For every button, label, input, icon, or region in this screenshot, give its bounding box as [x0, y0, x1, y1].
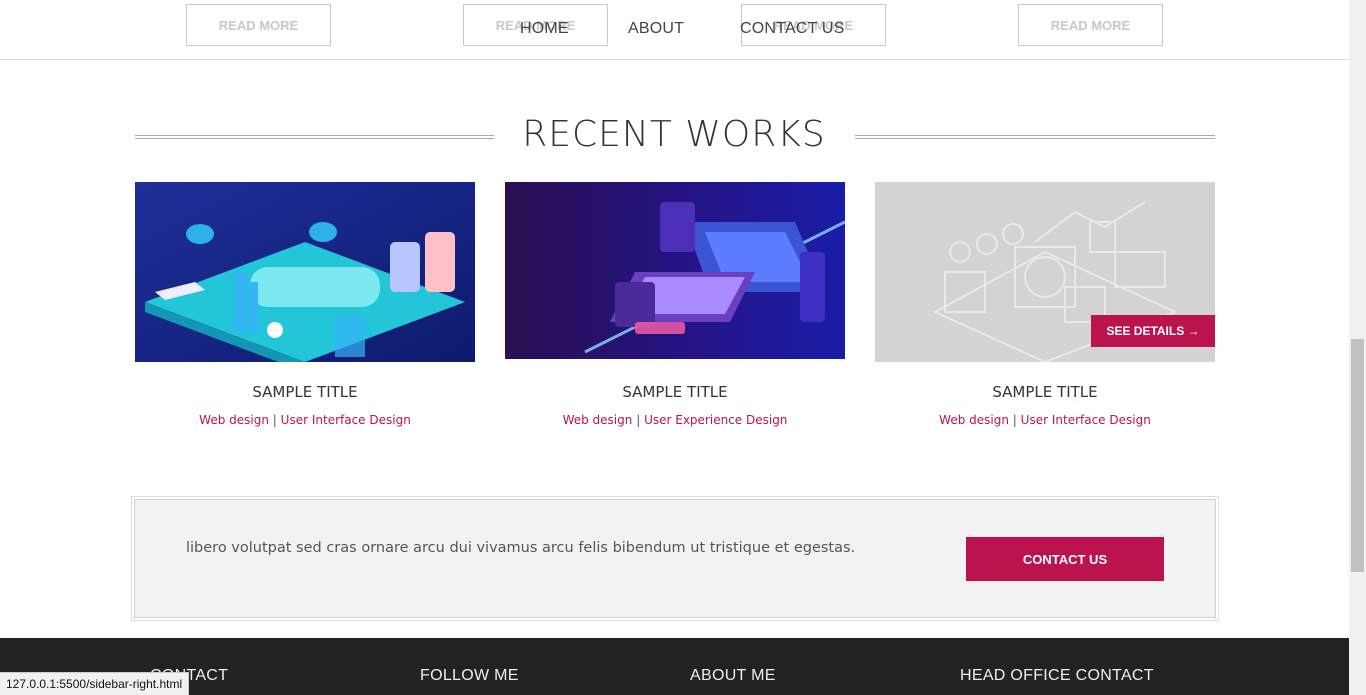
top-header-strip: READ MORE READ MORE READ MORE READ MORE …	[0, 0, 1349, 60]
tag-separator: |	[1012, 413, 1017, 427]
contact-us-button[interactable]: CONTACT US	[966, 537, 1164, 581]
work-title-1[interactable]: SAMPLE TITLE	[135, 383, 475, 401]
read-more-button[interactable]: READ MORE	[1018, 4, 1163, 46]
nav-contact-link[interactable]: CONTACT US	[740, 20, 845, 38]
tag-link[interactable]: User Experience Design	[644, 413, 787, 427]
scrollbar-thumb[interactable]	[1351, 339, 1364, 572]
footer-heading-follow: FOLLOW ME	[420, 667, 519, 684]
see-details-button[interactable]: SEE DETAILS →	[1091, 315, 1215, 347]
cta-text: libero volutpat sed cras ornare arcu dui…	[186, 540, 856, 556]
section-title: RECENT WORKS	[522, 114, 826, 155]
section-divider-left	[135, 135, 494, 139]
work-title-2[interactable]: SAMPLE TITLE	[505, 383, 845, 401]
tag-link[interactable]: Web design	[199, 413, 269, 427]
section-divider-right	[855, 135, 1215, 139]
nav-home-link[interactable]: HOME	[520, 20, 569, 38]
tag-link[interactable]: Web design	[563, 413, 633, 427]
work-tags-1: Web design | User Interface Design	[135, 413, 475, 427]
footer-heading-about: ABOUT ME	[690, 667, 776, 684]
nav-about-link[interactable]: ABOUT	[628, 20, 684, 38]
tag-separator: |	[272, 413, 277, 427]
tag-link[interactable]: User Interface Design	[281, 413, 411, 427]
work-image-2[interactable]	[505, 182, 845, 359]
tag-link[interactable]: Web design	[939, 413, 1009, 427]
tag-link[interactable]: User Interface Design	[1021, 413, 1151, 427]
work-tags-3: Web design | User Interface Design	[875, 413, 1215, 427]
work-tags-2: Web design | User Experience Design	[505, 413, 845, 427]
status-bar-url: 127.0.0.1:5500/sidebar-right.html	[0, 672, 190, 695]
footer-heading-office: HEAD OFFICE CONTACT	[960, 667, 1154, 684]
work-image-1[interactable]	[135, 182, 475, 362]
tag-separator: |	[636, 413, 641, 427]
work-title-3[interactable]: SAMPLE TITLE	[875, 383, 1215, 401]
read-more-button[interactable]: READ MORE	[186, 4, 331, 46]
